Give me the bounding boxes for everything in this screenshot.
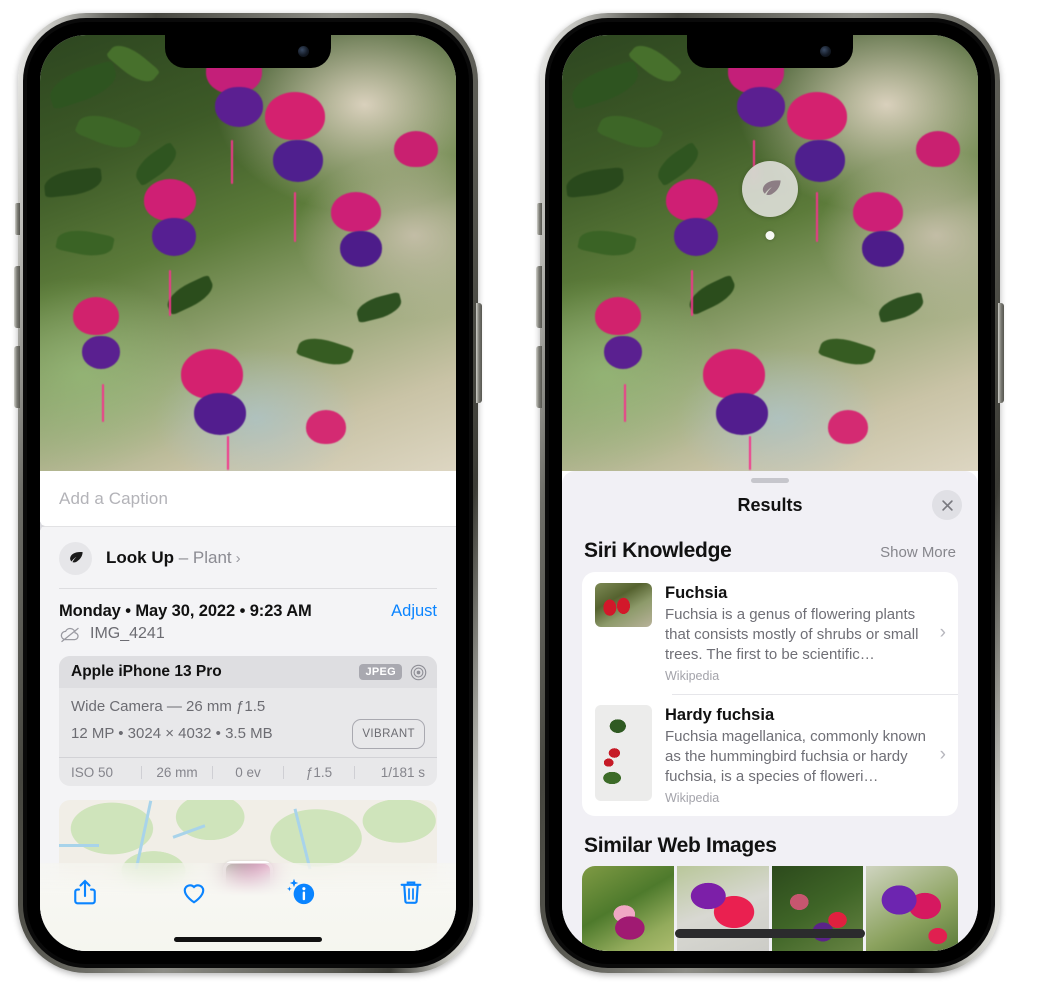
web-image-2[interactable] <box>676 866 769 951</box>
size-line-row: 12 MP • 3024 × 4032 • 3.5 MB VIBRANT <box>71 719 425 749</box>
result-title: Fuchsia <box>665 584 728 602</box>
photo-viewer[interactable] <box>40 35 456 471</box>
similar-web-images-strip[interactable] <box>582 866 958 951</box>
caption-field-row[interactable]: Add a Caption <box>40 471 456 527</box>
results-sheet: Results Siri Knowledge Show More Fuchsia… <box>562 471 978 951</box>
chevron-right-icon: › <box>939 744 946 765</box>
web-image-4[interactable] <box>866 866 958 951</box>
volume-down-button[interactable] <box>14 346 20 408</box>
power-button[interactable] <box>476 303 482 403</box>
caption-placeholder: Add a Caption <box>59 488 169 508</box>
result-description: Fuchsia is a genus of flowering plants t… <box>665 606 919 663</box>
metadata-header-badges: JPEG <box>359 664 427 681</box>
result-source: Wikipedia <box>665 791 720 805</box>
close-icon[interactable] <box>932 490 962 520</box>
format-badge: JPEG <box>359 664 402 680</box>
sheet-title: Results <box>737 494 803 515</box>
leaf-icon <box>762 179 781 195</box>
result-source: Wikipedia <box>665 669 720 683</box>
notch-left <box>165 35 331 68</box>
silent-switch[interactable] <box>537 203 542 235</box>
trash-icon[interactable] <box>396 877 426 907</box>
date-row: Monday • May 30, 2022 • 9:23 AM Adjust <box>40 589 456 624</box>
front-camera-icon <box>298 46 309 57</box>
similar-web-images-title: Similar Web Images <box>584 834 777 857</box>
visual-look-up-dot <box>765 231 775 240</box>
exif-focal: 26 mm <box>156 764 198 780</box>
front-camera-icon <box>820 46 831 57</box>
results-header: Results <box>562 483 978 527</box>
exif-shutter: 1/181 s <box>380 764 425 780</box>
result-body: Hardy fuchsia Fuchsia magellanica, commo… <box>652 705 940 805</box>
web-image-1[interactable] <box>582 866 674 951</box>
silent-switch[interactable] <box>15 203 20 235</box>
chevron-right-icon: › <box>235 549 241 567</box>
siri-knowledge-header: Siri Knowledge Show More <box>562 527 978 572</box>
exif-aperture: ƒ1.5 <box>305 764 333 780</box>
home-indicator-left[interactable] <box>174 937 322 942</box>
metadata-header: Apple iPhone 13 Pro JPEG <box>59 656 437 688</box>
look-up-dash: – <box>174 548 193 567</box>
exif-iso: ISO 50 <box>71 764 114 780</box>
heart-icon[interactable] <box>179 877 209 907</box>
sparkle-icon <box>40 521 45 531</box>
leaf-glyph <box>70 551 83 562</box>
look-up-subject: Plant <box>192 548 232 567</box>
look-up-title: Look Up <box>106 548 174 567</box>
list-item[interactable]: Hardy fuchsia Fuchsia magellanica, commo… <box>582 694 958 816</box>
result-body: Fuchsia Fuchsia is a genus of flowering … <box>652 583 940 683</box>
photo-viewer[interactable] <box>562 35 978 471</box>
power-button[interactable] <box>998 303 1004 403</box>
adjust-button[interactable]: Adjust <box>391 602 437 621</box>
device-name: Apple iPhone 13 Pro <box>71 663 222 680</box>
photo-date: Monday • May 30, 2022 • 9:23 AM <box>59 602 312 620</box>
file-name: IMG_4241 <box>90 625 165 642</box>
look-up-row[interactable]: Look Up – Plant › <box>40 521 456 589</box>
photo-style-badge: VIBRANT <box>352 719 425 749</box>
screen-left: Add a Caption Look Up – Plant › Monday •… <box>40 35 456 951</box>
siri-knowledge-title: Siri Knowledge <box>584 539 732 562</box>
file-row: IMG_4241 <box>40 624 456 656</box>
photo-info-sheet: Add a Caption Look Up – Plant › Monday •… <box>40 471 456 951</box>
siri-knowledge-card: Fuchsia Fuchsia is a genus of flowering … <box>582 572 958 816</box>
list-item[interactable]: Fuchsia Fuchsia is a genus of flowering … <box>582 572 958 694</box>
result-thumbnail <box>595 583 652 627</box>
volume-up-button[interactable] <box>536 266 542 328</box>
screen-right: Results Siri Knowledge Show More Fuchsia… <box>562 35 978 951</box>
share-icon[interactable] <box>70 877 100 907</box>
screenshot-root: Add a Caption Look Up – Plant › Monday •… <box>0 0 1055 985</box>
chevron-right-icon: › <box>939 622 946 643</box>
leaf-icon <box>59 541 92 575</box>
lens-line: Wide Camera — 26 mm ƒ1.5 <box>71 698 266 715</box>
web-image-3[interactable] <box>771 866 864 951</box>
lens-icon <box>410 664 427 680</box>
size-line: 12 MP • 3024 × 4032 • 3.5 MB <box>71 725 273 742</box>
iphone-right: Results Siri Knowledge Show More Fuchsia… <box>536 13 1004 973</box>
result-thumbnail <box>595 705 652 801</box>
cloud-slash-icon <box>60 627 79 642</box>
look-up-label: Look Up – Plant <box>106 548 232 568</box>
exif-row: ISO 50 26 mm 0 ev ƒ1.5 1/181 s <box>59 757 437 786</box>
camera-metadata-card[interactable]: Apple iPhone 13 Pro JPEG Wide Camera — 2… <box>59 656 437 786</box>
show-more-button[interactable]: Show More <box>880 544 956 561</box>
notch-right <box>687 35 853 68</box>
iphone-left: Add a Caption Look Up – Plant › Monday •… <box>14 13 482 973</box>
volume-up-button[interactable] <box>14 266 20 328</box>
info-sparkle-icon[interactable] <box>287 877 317 907</box>
volume-down-button[interactable] <box>536 346 542 408</box>
result-title: Hardy fuchsia <box>665 706 775 724</box>
scroll-indicator-right[interactable] <box>675 929 865 938</box>
similar-web-images-header: Similar Web Images <box>562 816 978 866</box>
metadata-body: Wide Camera — 26 mm ƒ1.5 12 MP • 3024 × … <box>59 688 437 757</box>
visual-look-up-badge[interactable] <box>742 161 798 217</box>
exif-ev: 0 ev <box>235 764 261 780</box>
result-description: Fuchsia magellanica, commonly known as t… <box>665 728 926 785</box>
